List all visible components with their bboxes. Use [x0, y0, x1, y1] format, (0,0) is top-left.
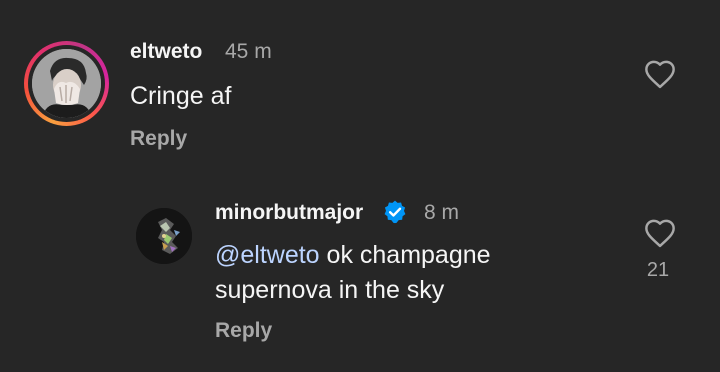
verified-badge-icon — [384, 200, 406, 224]
avatar-photo — [32, 49, 101, 118]
reply-username[interactable]: minorbutmajor — [215, 201, 363, 225]
heart-icon[interactable] — [643, 59, 677, 89]
reply-text-line-1: @eltweto ok champagne — [215, 238, 491, 272]
like-count[interactable]: 21 — [638, 259, 678, 282]
comment-item: eltweto 45 m Cringe af Reply — [0, 0, 720, 170]
avatar[interactable] — [136, 208, 192, 264]
reply-item: minorbutmajor 8 m @eltweto ok champagne … — [0, 170, 720, 372]
mention-link[interactable]: @eltweto — [215, 241, 320, 269]
comment-timestamp: 45 m — [225, 40, 272, 63]
reply-timestamp: 8 m — [424, 201, 460, 224]
comment-text: Cringe af — [130, 82, 232, 110]
reply-text-line-2: supernova in the sky — [215, 276, 445, 304]
reply-button[interactable]: Reply — [215, 319, 272, 343]
heart-icon[interactable] — [643, 218, 677, 248]
avatar[interactable] — [32, 49, 101, 118]
reply-text: ok champagne — [319, 241, 491, 269]
avatar-photo — [136, 208, 192, 264]
reply-button[interactable]: Reply — [130, 127, 187, 151]
comment-username[interactable]: eltweto — [130, 40, 202, 64]
story-ring[interactable] — [24, 41, 109, 126]
